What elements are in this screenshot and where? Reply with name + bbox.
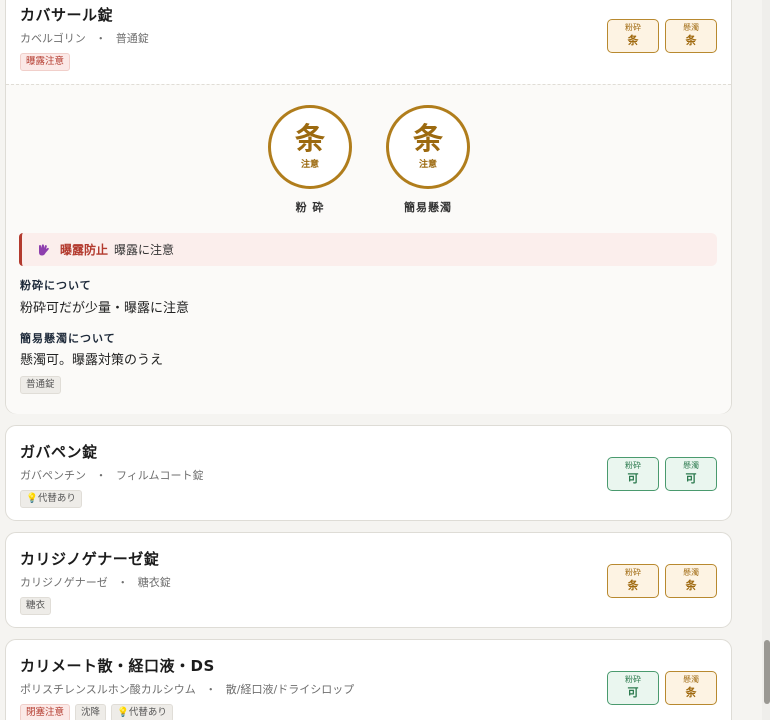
caution-circle: 条 注意 [386,105,470,189]
tag-alternative: 💡代替あり [20,490,82,508]
crush-badge: 粉砕 可 [607,671,659,705]
tag-sediment: 沈降 [75,704,107,720]
glove-icon [39,243,49,255]
suspend-badge: 懸濁 条 [665,564,717,598]
tag-obstruction: 閉塞注意 [20,704,71,720]
crush-badge: 粉砕 条 [607,19,659,53]
drug-card[interactable]: カバサール錠 カベルゴリン ・ 普通錠 曝露注意 粉砕 条 懸濁 条 条 注意 [5,0,732,414]
suspend-section-title: 簡易懸濁について [20,332,116,345]
lightbulb-icon: 💡 [117,707,129,718]
suspend-status: 条 注意 簡易懸濁 [383,105,473,215]
drug-generic-form: ポリスチレンスルホン酸カルシウム ・ 散/経口液/ドライシロップ [20,683,355,696]
tag-alternative: 💡代替あり [111,704,173,720]
drug-generic-form: カリジノゲナーゼ ・ 糖衣錠 [20,576,171,589]
suspend-badge: 懸濁 条 [665,671,717,705]
suspend-badge: 懸濁 可 [665,457,717,491]
drug-list[interactable]: カバサール錠 カベルゴリン ・ 普通錠 曝露注意 粉砕 条 懸濁 条 条 注意 [0,0,762,720]
drug-card[interactable]: カリメート散・経口液・DS ポリスチレンスルホン酸カルシウム ・ 散/経口液/ド… [5,639,732,720]
tag-exposure: 曝露注意 [20,53,71,71]
crush-status: 条 注意 粉 砕 [265,105,355,215]
crush-badge: 粉砕 条 [607,564,659,598]
crush-section-title: 粉砕について [20,279,92,292]
suspend-section-text: 懸濁可。曝露対策のうえ [20,353,164,368]
drug-name: カリジノゲナーゼ錠 [20,550,160,568]
drug-detail-panel: 条 注意 粉 砕 条 注意 簡易懸濁 曝露防止 曝露に注意 粉砕について 粉砕可… [6,84,731,414]
form-tag: 普通錠 [20,376,61,394]
drug-name: カバサール錠 [20,6,114,24]
scrollbar-thumb[interactable] [764,640,770,704]
drug-generic-form: ガバペンチン ・ フィルムコート錠 [20,469,204,482]
lightbulb-icon: 💡 [26,493,38,504]
drug-card[interactable]: カリジノゲナーゼ錠 カリジノゲナーゼ ・ 糖衣錠 糖衣 粉砕 条 懸濁 条 [5,532,732,628]
drug-name: カリメート散・経口液・DS [20,657,215,675]
drug-name: ガバペン錠 [20,443,98,461]
drug-generic-form: カベルゴリン ・ 普通錠 [20,32,149,45]
scrollbar[interactable] [762,0,770,720]
crush-section-text: 粉砕可だが少量・曝露に注意 [20,301,190,316]
drug-card[interactable]: ガバペン錠 ガバペンチン ・ フィルムコート錠 💡代替あり 粉砕 可 懸濁 可 [5,425,732,521]
suspend-badge: 懸濁 条 [665,19,717,53]
tag-sugar-coated: 糖衣 [20,597,52,615]
crush-badge: 粉砕 可 [607,457,659,491]
exposure-alert: 曝露防止 曝露に注意 [19,233,717,266]
caution-circle: 条 注意 [268,105,352,189]
